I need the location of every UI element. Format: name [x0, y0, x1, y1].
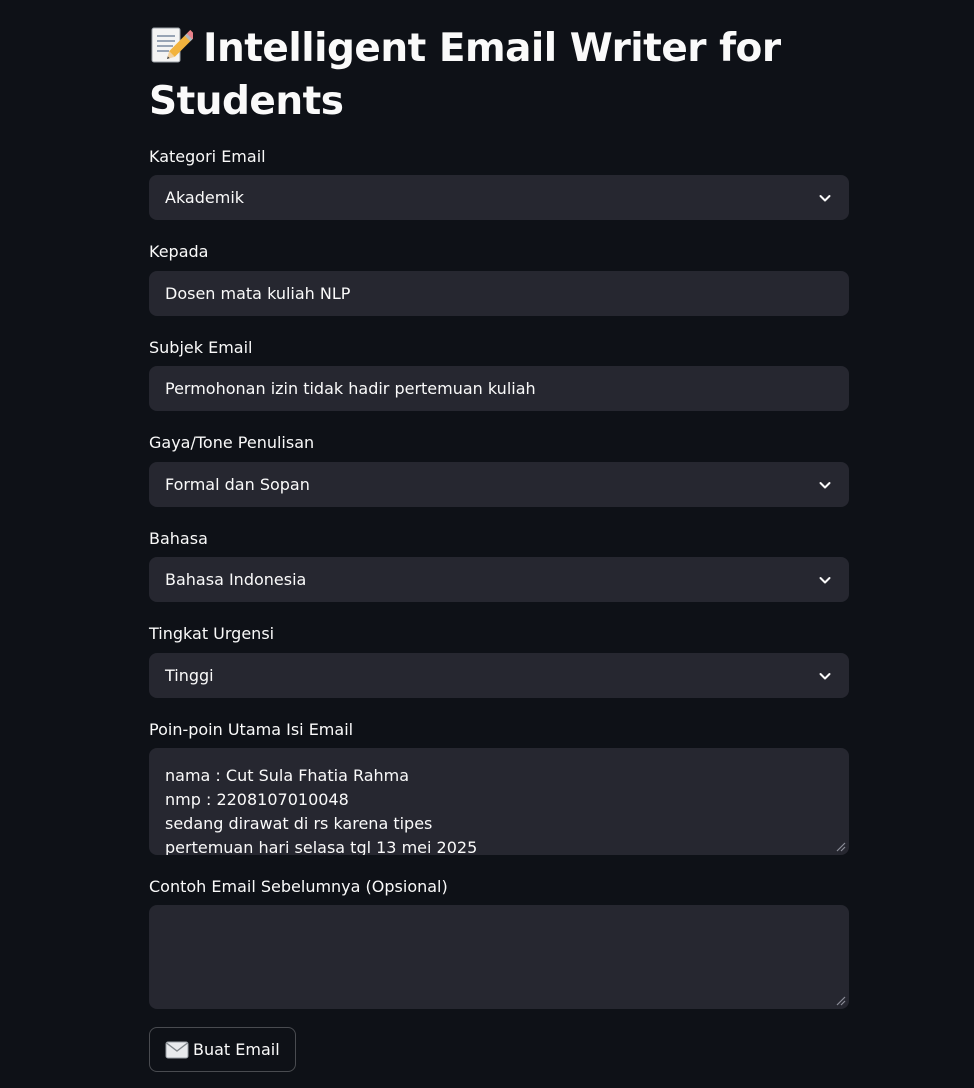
chevron-down-icon [819, 195, 831, 202]
subject-value: Permohonan izin tidak hadir pertemuan ku… [165, 379, 536, 398]
key-points-text: nama : Cut Sula Fhatia Rahma nmp : 22081… [165, 764, 477, 855]
page-title-text: Intelligent Email Writer for Students [149, 26, 781, 124]
recipient-value: Dosen mata kuliah NLP [165, 284, 351, 303]
key-points-line: sedang dirawat di rs karena tipes [165, 814, 433, 833]
tone-label: Gaya/Tone Penulisan [149, 433, 315, 452]
chevron-down-icon [819, 482, 831, 489]
resize-handle-icon[interactable] [833, 993, 847, 1007]
key-points-line: nmp : 2208107010048 [165, 790, 349, 809]
generate-email-label: Buat Email [193, 1040, 280, 1059]
memo-icon [149, 25, 196, 65]
urgency-label: Tingkat Urgensi [149, 624, 275, 643]
previous-email-textarea[interactable] [149, 905, 849, 1009]
category-label: Kategori Email [149, 147, 266, 166]
key-points-label: Poin-poin Utama Isi Email [149, 720, 354, 739]
key-points-line: pertemuan hari selasa tgl 13 mei 2025 [165, 838, 478, 855]
category-select[interactable]: Akademik [149, 175, 849, 220]
chevron-down-icon [819, 577, 831, 584]
envelope-icon [165, 1041, 189, 1058]
category-value: Akademik [165, 188, 245, 207]
recipient-label: Kepada [149, 242, 209, 261]
language-select[interactable]: Bahasa Indonesia [149, 557, 849, 602]
subject-label: Subjek Email [149, 338, 253, 357]
resize-handle-icon[interactable] [833, 839, 847, 853]
language-label: Bahasa [149, 529, 208, 548]
urgency-value: Tinggi [165, 666, 214, 685]
subject-input[interactable]: Permohonan izin tidak hadir pertemuan ku… [149, 366, 849, 411]
urgency-select[interactable]: Tinggi [149, 653, 849, 698]
tone-value: Formal dan Sopan [165, 475, 310, 494]
page-title: Intelligent Email Writer for Students [149, 22, 849, 128]
chevron-down-icon [819, 673, 831, 680]
language-value: Bahasa Indonesia [165, 570, 307, 589]
recipient-input[interactable]: Dosen mata kuliah NLP [149, 271, 849, 316]
key-points-textarea[interactable]: nama : Cut Sula Fhatia Rahma nmp : 22081… [149, 748, 849, 855]
generate-email-button[interactable]: Buat Email [149, 1027, 296, 1072]
key-points-line: nama : Cut Sula Fhatia Rahma [165, 766, 410, 785]
tone-select[interactable]: Formal dan Sopan [149, 462, 849, 507]
previous-email-label: Contoh Email Sebelumnya (Opsional) [149, 877, 448, 896]
